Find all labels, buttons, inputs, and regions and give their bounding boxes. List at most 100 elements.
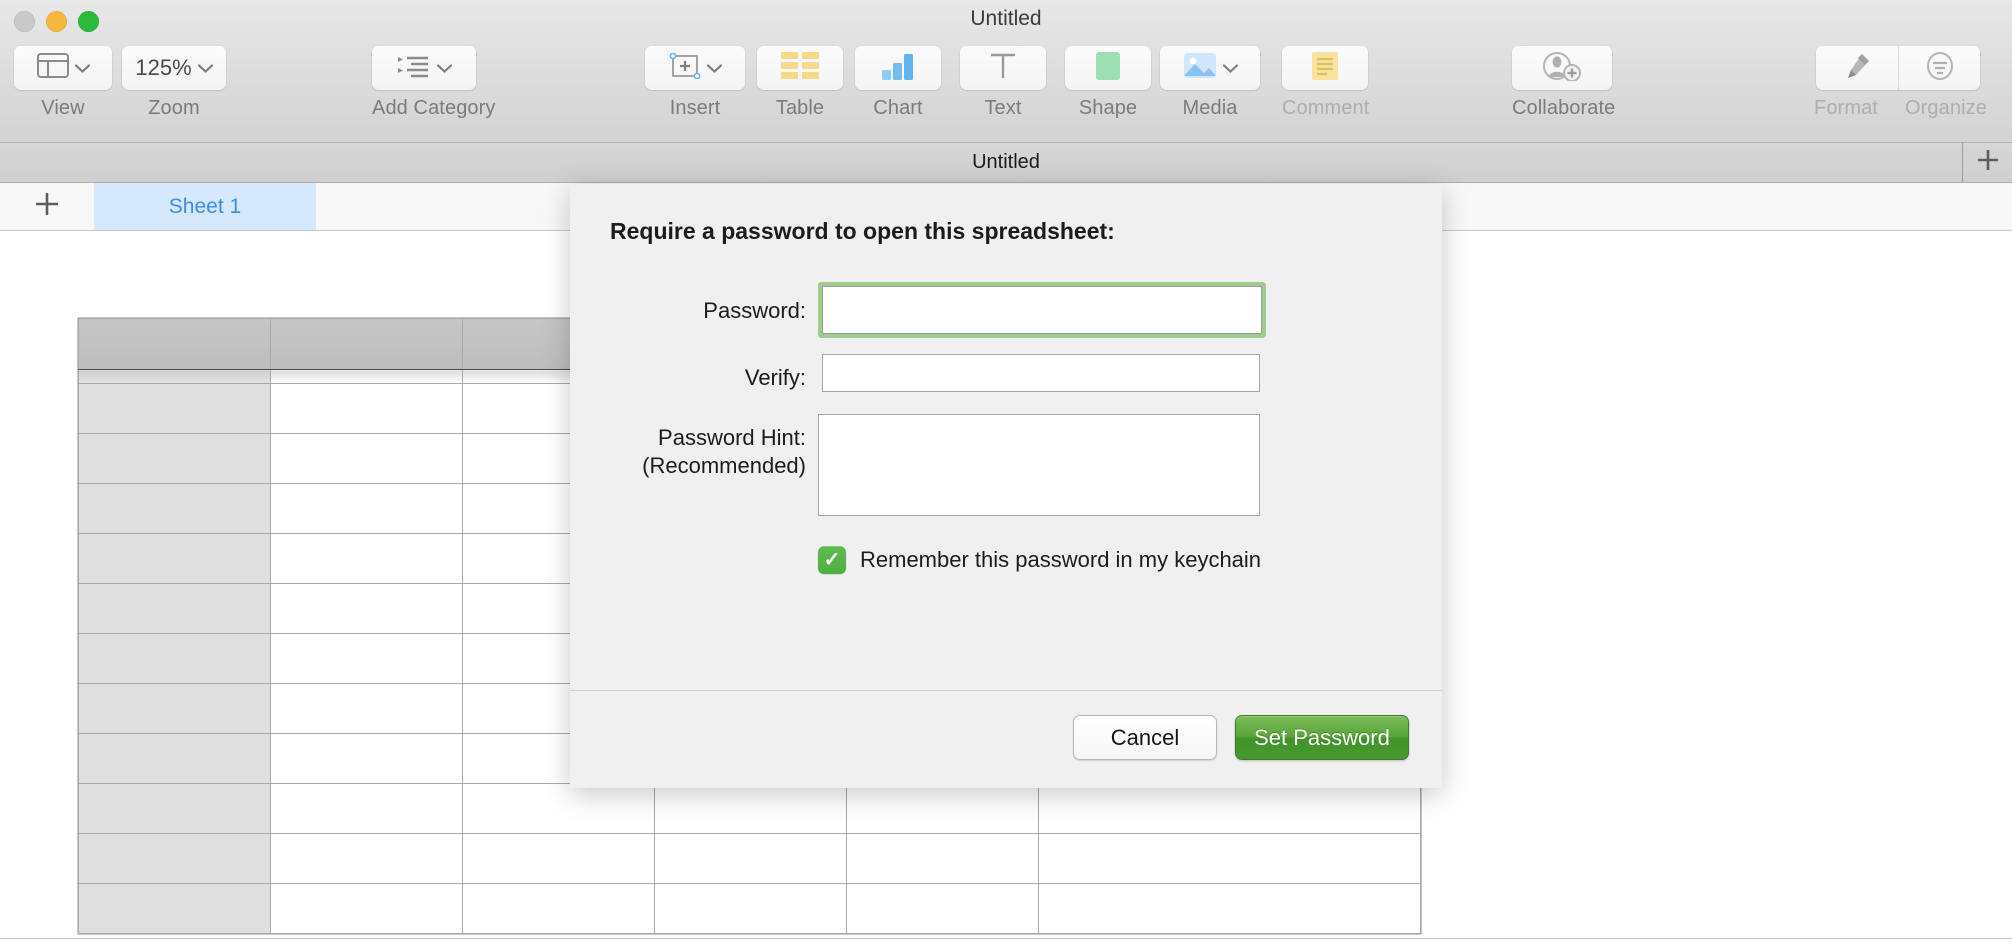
toolbar-label-collaborate: Collaborate (1512, 97, 1616, 119)
table-cell[interactable] (270, 883, 463, 934)
table-cell[interactable] (654, 883, 847, 934)
view-panel-icon (36, 53, 69, 83)
table-cell[interactable] (462, 883, 655, 934)
toolbar-label-organize: Organize (1905, 97, 1987, 119)
toolbar-label-view: View (41, 97, 85, 119)
table-cell[interactable] (78, 733, 271, 784)
table-cell[interactable] (78, 833, 271, 884)
category-list-icon (397, 54, 431, 83)
password-input[interactable] (822, 286, 1262, 334)
toolbar-item-insert[interactable]: Insert (645, 46, 745, 120)
document-title[interactable]: Untitled (0, 151, 2012, 174)
organize-button[interactable] (1898, 46, 1980, 90)
table-cell[interactable] (462, 783, 655, 834)
canvas-bottom-rule (0, 938, 2012, 939)
table-cell[interactable] (78, 783, 271, 834)
toolbar-item-shape[interactable]: Shape (1065, 46, 1151, 120)
table-cell[interactable] (78, 883, 271, 934)
verify-field-label: Verify: (744, 365, 806, 390)
table-cell[interactable] (270, 369, 463, 384)
table-cell[interactable] (78, 683, 271, 734)
numbers-window: Untitled View 125% Zoom Add Category Ins… (0, 0, 2012, 951)
set-password-button[interactable]: Set Password (1235, 715, 1409, 760)
window-chrome: Untitled View 125% Zoom Add Category Ins… (0, 0, 2012, 143)
chevron-down-icon (1222, 63, 1238, 73)
toolbar-item-media[interactable]: Media (1160, 46, 1260, 120)
column-header-cell[interactable] (270, 318, 463, 370)
table-cell[interactable] (78, 483, 271, 534)
toolbar-item-zoom[interactable]: 125% Zoom (122, 46, 226, 120)
password-dialog-heading: Require a password to open this spreadsh… (610, 218, 1115, 244)
chevron-down-icon (706, 63, 722, 73)
table-cell[interactable] (78, 433, 271, 484)
table-row[interactable] (78, 833, 1421, 884)
table-cell[interactable] (78, 633, 271, 684)
table-cell[interactable] (846, 833, 1039, 884)
toolbar-item-chart[interactable]: Chart (855, 46, 941, 120)
remember-keychain-row[interactable]: ✓ Remember this password in my keychain (818, 546, 1261, 574)
toolbar-label-shape: Shape (1078, 97, 1138, 119)
chevron-down-icon (436, 63, 452, 73)
chevron-down-icon (197, 63, 213, 73)
toolbar-item-add-category[interactable]: Add Category (372, 46, 495, 120)
remember-keychain-checkbox[interactable]: ✓ (818, 546, 846, 574)
remember-keychain-label: Remember this password in my keychain (860, 547, 1262, 572)
shape-icon (1095, 51, 1121, 86)
toolbar-item-comment[interactable]: Comment (1282, 46, 1370, 120)
table-cell[interactable] (270, 433, 463, 484)
table-row[interactable] (78, 783, 1421, 834)
password-dialog-body: Require a password to open this spreadsh… (570, 184, 1442, 690)
table-cell[interactable] (78, 533, 271, 584)
table-cell[interactable] (270, 533, 463, 584)
table-cell[interactable] (654, 833, 847, 884)
add-sheet-button[interactable] (0, 183, 94, 230)
toolbar-label-comment: Comment (1282, 97, 1370, 119)
comment-icon (1311, 51, 1339, 86)
table-cell[interactable] (1038, 783, 1421, 834)
toolbar-item-table[interactable]: Table (757, 46, 843, 120)
toolbar-item-collaborate[interactable]: Collaborate (1512, 46, 1616, 120)
table-cell[interactable] (78, 583, 271, 634)
plus-icon (33, 190, 61, 223)
table-cell[interactable] (270, 783, 463, 834)
toolbar-item-text[interactable]: Text (960, 46, 1046, 120)
document-title-bar: Untitled (0, 143, 2012, 183)
add-sheet-button-right[interactable] (1962, 143, 2012, 182)
verify-input[interactable] (822, 354, 1260, 392)
collaborate-icon (1542, 51, 1582, 86)
chevron-down-icon (74, 63, 90, 73)
sheet-tab-sheet-1[interactable]: Sheet 1 (94, 183, 316, 230)
cancel-button[interactable]: Cancel (1073, 715, 1217, 760)
table-row[interactable] (78, 883, 1421, 934)
checkmark-icon: ✓ (823, 549, 841, 571)
toolbar-label-insert: Insert (669, 97, 721, 119)
table-cell[interactable] (270, 383, 463, 434)
sheet-tab-label: Sheet 1 (168, 194, 242, 218)
text-icon (988, 52, 1018, 85)
table-cell[interactable] (270, 733, 463, 784)
insert-object-icon (669, 52, 701, 84)
table-cell[interactable] (270, 583, 463, 634)
table-icon (781, 52, 819, 84)
toolbar-label-media: Media (1182, 97, 1238, 119)
toolbar-item-view[interactable]: View (14, 46, 112, 120)
toolbar-label-zoom: Zoom (148, 97, 200, 119)
toolbar-item-format-organize[interactable]: Format Organize (1798, 46, 1998, 120)
table-cell[interactable] (78, 369, 271, 384)
table-cell[interactable] (270, 833, 463, 884)
table-cell[interactable] (654, 783, 847, 834)
password-hint-textarea[interactable] (818, 414, 1260, 516)
table-cell[interactable] (846, 783, 1039, 834)
column-header-cell[interactable] (78, 318, 271, 370)
table-cell[interactable] (78, 383, 271, 434)
table-cell[interactable] (1038, 833, 1421, 884)
format-button[interactable] (1816, 46, 1898, 90)
table-cell[interactable] (270, 633, 463, 684)
table-cell[interactable] (846, 883, 1039, 934)
password-hint-label-line2: (Recommended) (642, 453, 806, 478)
table-cell[interactable] (1038, 883, 1421, 934)
table-cell[interactable] (270, 683, 463, 734)
table-cell[interactable] (462, 833, 655, 884)
password-field-label: Password: (703, 298, 806, 323)
table-cell[interactable] (270, 483, 463, 534)
